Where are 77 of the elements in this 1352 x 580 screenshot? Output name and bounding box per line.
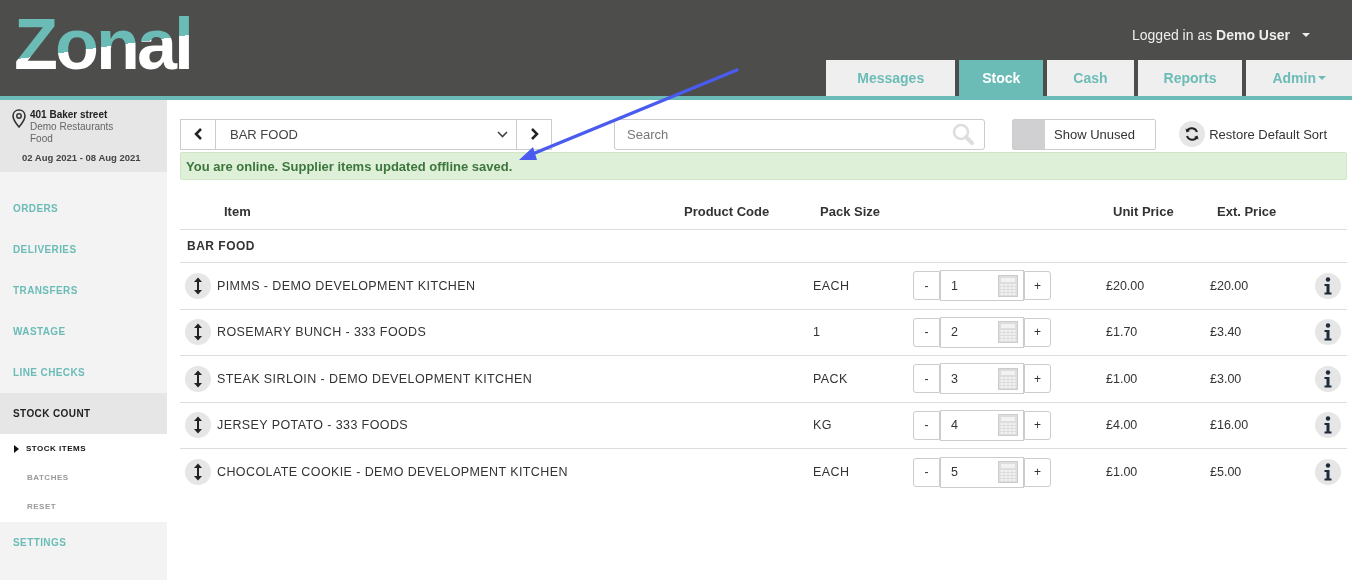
chevron-left-icon [193,128,203,140]
decrement-button[interactable]: - [913,271,940,301]
info-icon[interactable] [1315,459,1341,486]
item-name: CHOCOLATE COOKIE - DEMO DEVELOPMENT KITCHEN [217,465,568,480]
info-icon[interactable] [1315,272,1341,299]
unit-price: £4.00 [1106,418,1139,433]
column-header: Product Code [683,204,771,219]
previous-button[interactable] [180,118,216,150]
quantity-input[interactable]: 4 [951,418,981,433]
reorder-handle[interactable] [185,459,211,486]
location-pin-icon [12,109,26,128]
ext-price: £20.00 [1210,278,1250,293]
increment-button[interactable]: + [1024,317,1051,347]
user-menu[interactable]: Logged in as Demo User [1132,27,1310,43]
quantity-field[interactable]: 4 [940,409,1024,441]
unit-price: £1.00 [1106,371,1139,386]
ext-price: £16.00 [1210,418,1250,433]
group-header: BAR FOOD [180,230,1347,263]
column-header: Item [223,204,252,219]
unit-price: £1.70 [1106,325,1139,340]
location-name: 401 Baker street [30,109,109,121]
reorder-handle[interactable] [185,319,211,346]
search-icon [952,123,974,145]
increment-button[interactable]: + [1024,457,1051,487]
increment-button[interactable]: + [1024,364,1051,394]
pack-size: EACH [813,465,851,480]
sidebar-item[interactable]: STOCK COUNT [0,393,167,434]
column-header: Ext. Price [1216,204,1278,219]
decrement-button[interactable]: - [913,457,940,487]
reorder-handle[interactable] [185,365,211,392]
decrement-button[interactable]: - [913,317,940,347]
increment-button[interactable]: + [1024,271,1051,301]
info-icon[interactable] [1315,412,1341,439]
pack-size: EACH [813,278,851,293]
increment-button[interactable]: + [1024,410,1051,440]
quantity-field[interactable]: 5 [940,456,1024,488]
quantity-field[interactable]: 2 [940,316,1024,348]
quantity-field[interactable]: 3 [940,363,1024,395]
ext-price: £3.00 [1210,371,1243,386]
date-range: 02 Aug 2021 - 08 Aug 2021 [21,152,142,164]
category-dropdown[interactable]: BAR FOOD [216,118,516,150]
quantity-input[interactable]: 2 [951,325,981,340]
ext-price: £3.40 [1210,325,1243,340]
status-message: You are online. Supplier items updated offline saved. [180,152,1347,180]
column-header: Unit Price [1112,204,1175,219]
company-name: Demo Restaurants [30,121,115,133]
item-name: ROSEMARY BUNCH - 333 FOODS [217,325,427,340]
column-header: Pack Size [819,204,881,219]
item-name: JERSEY POTATO - 333 FOODS [217,418,409,433]
quantity-input[interactable]: 3 [951,371,981,386]
reorder-handle[interactable] [185,272,211,299]
quantity-input[interactable]: 5 [951,465,981,480]
chevron-right-icon [529,128,539,140]
next-button[interactable] [516,118,552,150]
decrement-button[interactable]: - [913,364,940,394]
reorder-handle[interactable] [185,412,211,439]
search-field[interactable]: Search [614,118,985,150]
pointer-icon [14,444,19,453]
quantity-field[interactable]: 1 [940,270,1024,302]
show-unused-toggle[interactable]: Show Unused [1012,118,1156,150]
sidebar-subitem[interactable]: STOCK ITEMS [0,434,167,463]
refresh-icon [1184,126,1201,142]
unit-price: £1.00 [1106,465,1139,480]
pack-size: KG [813,418,833,433]
pack-size: 1 [813,325,822,340]
quantity-input[interactable]: 1 [951,278,981,293]
area-name: Food [30,133,54,145]
decrement-button[interactable]: - [913,410,940,440]
chevron-down-icon [497,130,508,138]
unit-price: £20.00 [1106,278,1146,293]
pack-size: PACK [813,371,849,386]
info-icon[interactable] [1315,319,1341,346]
ext-price: £5.00 [1210,465,1243,480]
item-name: PIMMS - DEMO DEVELOPMENT KITCHEN [217,278,476,293]
info-icon[interactable] [1315,365,1341,392]
item-name: STEAK SIRLOIN - DEMO DEVELOPMENT KITCHEN [217,371,533,386]
restore-sort-button[interactable]: Restore Default Sort [1179,121,1327,147]
